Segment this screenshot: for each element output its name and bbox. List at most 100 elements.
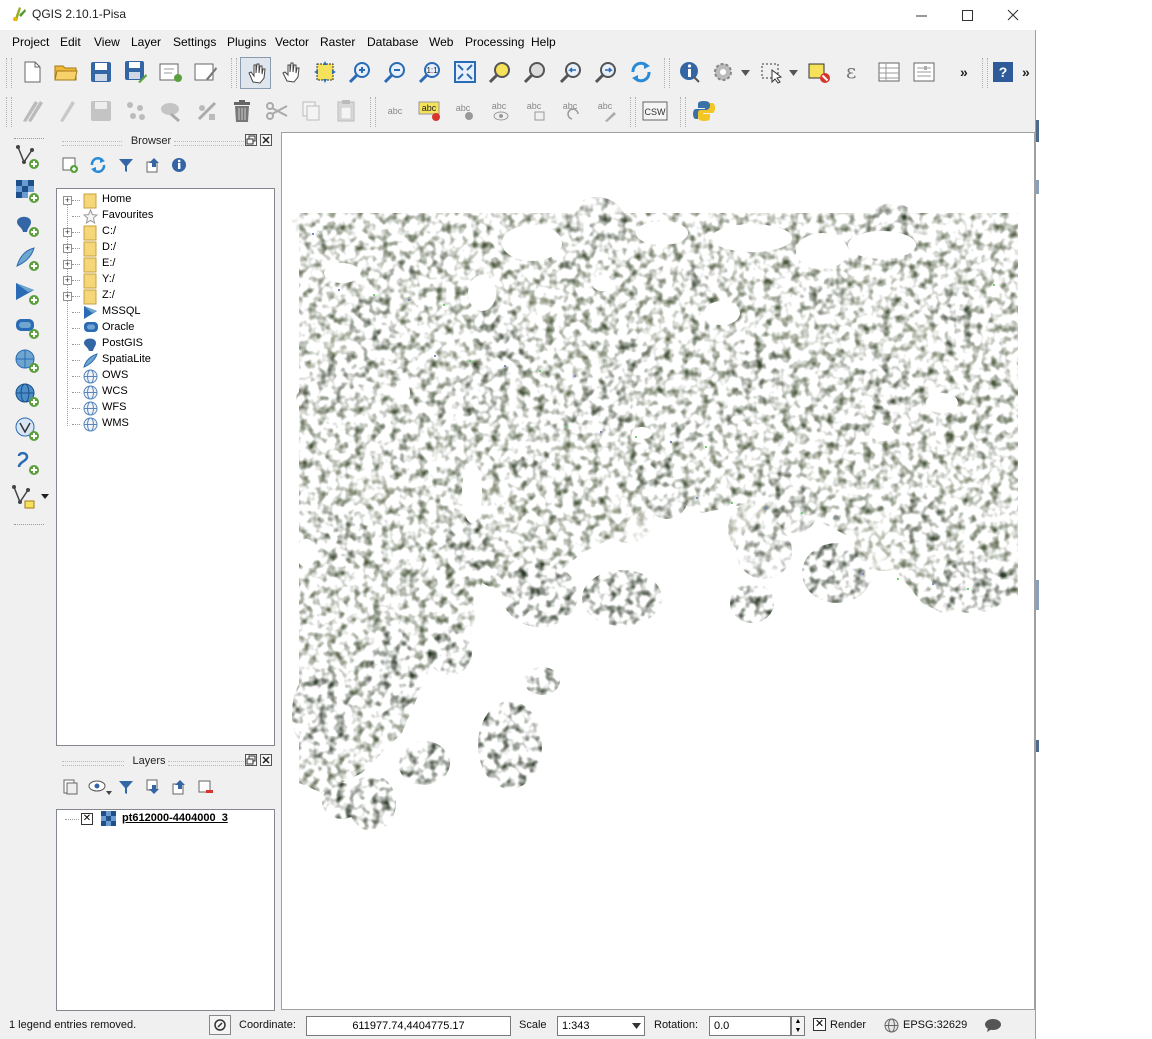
crs-globe-icon[interactable]: [884, 1018, 899, 1033]
rotate-label-icon[interactable]: abc: [557, 97, 585, 125]
add-wms-layer-icon[interactable]: [12, 346, 42, 376]
chevron-down-icon[interactable]: [741, 70, 750, 76]
current-edits-icon[interactable]: [18, 97, 46, 125]
add-feature-points-icon[interactable]: [122, 97, 150, 125]
toolbar-grip[interactable]: [231, 58, 237, 88]
touch-zoom-pan-icon[interactable]: [240, 57, 271, 89]
float-panel-button[interactable]: [245, 134, 257, 146]
coordinate-field[interactable]: 611977.74,4404775.17: [306, 1016, 511, 1036]
cut-features-icon[interactable]: [263, 97, 291, 125]
node-tool-icon[interactable]: [193, 97, 221, 125]
browser-item[interactable]: + Home: [57, 192, 274, 209]
select-features-icon[interactable]: [758, 58, 786, 86]
menu-database[interactable]: Database: [367, 35, 418, 49]
toolbar-grip[interactable]: [680, 97, 686, 127]
delete-selected-icon[interactable]: [228, 97, 256, 125]
zoom-next-icon[interactable]: [592, 58, 620, 86]
highlight-pinned-labels-icon[interactable]: abc: [416, 97, 444, 125]
close-panel-button[interactable]: [260, 134, 272, 146]
browser-item[interactable]: OWS: [57, 368, 274, 384]
maximize-button[interactable]: [944, 0, 990, 30]
zoom-to-layer-icon[interactable]: [521, 58, 549, 86]
pin-labels-icon[interactable]: abc: [451, 97, 479, 125]
pan-map-icon[interactable]: [277, 58, 305, 86]
new-project-icon[interactable]: [18, 58, 46, 86]
menu-help[interactable]: Help: [531, 35, 556, 49]
show-hide-labels-icon[interactable]: abc: [486, 97, 514, 125]
save-layer-edits-icon[interactable]: [87, 97, 115, 125]
open-project-icon[interactable]: [52, 58, 80, 86]
layer-visibility-checkbox[interactable]: ✕: [81, 813, 93, 825]
toolbar-grip[interactable]: [370, 97, 376, 127]
change-label-icon[interactable]: abc: [592, 97, 620, 125]
collapse-all-icon[interactable]: [141, 153, 165, 177]
toolbar-overflow-button-2[interactable]: »: [1022, 64, 1030, 80]
messages-icon[interactable]: [984, 1018, 1002, 1033]
statistical-summary-icon[interactable]: [910, 58, 938, 86]
help-contents-icon[interactable]: ?: [989, 58, 1017, 86]
add-wcs-layer-icon[interactable]: [12, 380, 42, 410]
menu-project[interactable]: Project: [12, 35, 49, 49]
minimize-button[interactable]: [898, 0, 944, 30]
expand-button[interactable]: +: [63, 292, 72, 301]
toggle-editing-icon[interactable]: [52, 97, 80, 125]
menu-layer[interactable]: Layer: [131, 35, 161, 49]
add-raster-layer-icon[interactable]: [12, 176, 42, 206]
move-label-icon[interactable]: abc: [521, 97, 549, 125]
manage-visibility-icon[interactable]: [86, 775, 116, 799]
layer-item[interactable]: ✕ pt612000-4404000_3: [57, 811, 274, 827]
composer-manager-icon[interactable]: [192, 58, 220, 86]
add-spatialite-layer-icon[interactable]: [12, 244, 42, 274]
expand-button[interactable]: +: [63, 244, 72, 253]
browser-item[interactable]: + Y:/: [57, 272, 274, 289]
run-feature-action-icon[interactable]: [709, 58, 737, 86]
expand-button[interactable]: +: [63, 260, 72, 269]
pan-to-selection-icon[interactable]: [311, 58, 339, 86]
menu-processing[interactable]: Processing: [465, 35, 524, 49]
menu-plugins[interactable]: Plugins: [227, 35, 266, 49]
copy-features-icon[interactable]: [297, 97, 325, 125]
open-field-calculator-icon[interactable]: ε: [840, 58, 868, 86]
browser-item[interactable]: WFS: [57, 400, 274, 416]
attribute-table-icon[interactable]: [875, 58, 903, 86]
zoom-to-selection-icon[interactable]: [486, 58, 514, 86]
toolbar-grip[interactable]: [630, 97, 636, 127]
layer-labeling-options-icon[interactable]: abc: [381, 97, 409, 125]
menu-raster[interactable]: Raster: [320, 35, 355, 49]
filter-browser-icon[interactable]: [114, 153, 138, 177]
map-canvas[interactable]: [281, 132, 1035, 1010]
browser-item[interactable]: + C:/: [57, 224, 274, 241]
add-mssql-layer-icon[interactable]: [12, 278, 42, 308]
python-console-icon[interactable]: [690, 97, 718, 125]
browser-item[interactable]: Favourites: [57, 208, 274, 225]
toggle-extents-mouse-icon[interactable]: [209, 1015, 231, 1035]
toolbar-grip[interactable]: [664, 58, 670, 88]
metasearch-csw-icon[interactable]: CSW: [641, 97, 669, 125]
layer-name[interactable]: pt612000-4404000_3: [122, 812, 228, 824]
browser-item[interactable]: + Z:/: [57, 288, 274, 305]
menu-vector[interactable]: Vector: [275, 35, 309, 49]
add-postgis-layer-icon[interactable]: [12, 210, 42, 240]
add-delimited-text-layer-icon[interactable]: [12, 448, 42, 478]
browser-item[interactable]: SpatiaLite: [57, 352, 274, 368]
expand-button[interactable]: +: [63, 228, 72, 237]
render-checkbox[interactable]: ✕: [813, 1018, 826, 1031]
new-shapefile-layer-icon[interactable]: [8, 482, 52, 512]
close-panel-button[interactable]: [260, 754, 272, 766]
menu-settings[interactable]: Settings: [173, 35, 216, 49]
browser-item[interactable]: MSSQL: [57, 304, 274, 320]
browser-item[interactable]: WCS: [57, 384, 274, 400]
add-oracle-layer-icon[interactable]: [12, 312, 42, 342]
browser-item[interactable]: + E:/: [57, 256, 274, 273]
raster-map[interactable]: [282, 133, 1034, 1009]
crs-label[interactable]: EPSG:32629: [903, 1019, 967, 1031]
expand-button[interactable]: +: [63, 196, 72, 205]
toolbar-grip[interactable]: [14, 138, 44, 139]
zoom-out-icon[interactable]: [381, 58, 409, 86]
zoom-in-icon[interactable]: [346, 58, 374, 86]
filter-legend-icon[interactable]: [114, 775, 138, 799]
new-print-composer-icon[interactable]: [157, 58, 185, 86]
add-wfs-layer-icon[interactable]: [12, 414, 42, 444]
browser-item[interactable]: Oracle: [57, 320, 274, 336]
collapse-all-layers-icon[interactable]: [167, 775, 191, 799]
